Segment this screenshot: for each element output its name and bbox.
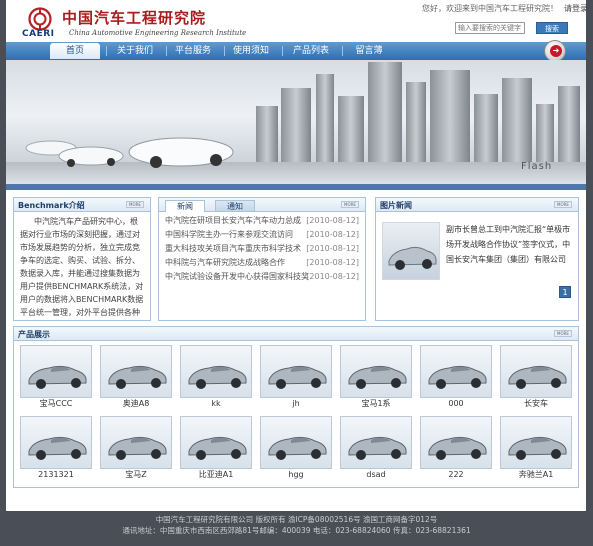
product-name[interactable]: 000 [420,398,492,410]
search-button[interactable]: 搜索 [536,22,568,34]
product-name[interactable]: 宝马1系 [340,398,412,410]
welcome-bar: 您好，欢迎来到中国汽车工程研究院！ 请登录 [422,3,588,14]
footer-copyright: 中国汽车工程研究院有限公司 版权所有 渝ICP备08002516号 渝国工商网备… [155,515,438,524]
product-image[interactable] [100,416,172,469]
banner-cars-image [25,137,234,168]
product-name[interactable]: 奥迪A8 [100,398,172,410]
product-name[interactable]: 比亚迪A1 [180,469,252,481]
product-name[interactable]: hgg [260,469,332,481]
product-image[interactable] [420,416,492,469]
product-name[interactable]: 宝马CCC [20,398,92,410]
nav-item-services[interactable]: 平台服务 [168,43,218,59]
product-item[interactable]: kk [180,345,252,410]
product-name[interactable]: jh [260,398,332,410]
news-more-link[interactable]: MORE [341,201,359,208]
product-image[interactable] [20,416,92,469]
product-image[interactable] [500,345,572,398]
header: CAERI 中国汽车工程研究院 China Automotive Enginee… [6,0,588,42]
product-image[interactable] [500,416,572,469]
login-link[interactable]: 请登录 [564,4,588,13]
product-image[interactable] [260,345,332,398]
picture-news-text[interactable]: 副市长曾总工到中汽院汇报“单极市场开发战略合作协议”签字仪式，中国长安汽车集团（… [446,222,576,267]
picture-news-page-button[interactable]: 1 [559,286,571,298]
product-image[interactable] [340,416,412,469]
product-image[interactable] [180,345,252,398]
product-item[interactable]: 宝马Z [100,416,172,481]
car-image-icon [388,246,437,270]
search-input[interactable] [455,22,525,34]
product-name[interactable]: dsad [340,469,412,481]
product-image[interactable] [420,345,492,398]
banner-divider [6,184,586,190]
nav-item-about[interactable]: 关于我们 [110,43,160,59]
product-image[interactable] [340,345,412,398]
product-image[interactable] [100,345,172,398]
nav-divider [282,46,283,56]
product-name[interactable]: 长安车 [500,398,572,410]
product-item[interactable]: 222 [420,416,492,481]
product-item[interactable]: 宝马1系 [340,345,412,410]
product-item[interactable]: 奔驰兰A1 [500,416,572,481]
news-item[interactable]: 中科院与汽车研究院达成战略合作 [2010-08-12] [165,256,359,270]
site-title-en: China Automotive Engineering Research In… [69,29,247,37]
nav-next-button[interactable]: ➜ [544,40,566,62]
product-item[interactable]: 000 [420,345,492,410]
product-item[interactable]: 比亚迪A1 [180,416,252,481]
news-item[interactable]: 重大科技攻关项目汽车重庆市科学技术 [2010-08-12] [165,242,359,256]
footer: 中国汽车工程研究院有限公司 版权所有 渝ICP备08002516号 渝国工商网备… [0,511,593,546]
product-image[interactable] [180,416,252,469]
nav-item-guestbook[interactable]: 留言薄 [344,43,394,59]
nav-divider [342,46,343,56]
benchmark-more-link[interactable]: MORE [126,201,144,208]
logo-abbr: CAERI [22,29,55,39]
product-item[interactable]: hgg [260,416,332,481]
product-image[interactable] [20,345,92,398]
product-name[interactable]: 222 [420,469,492,481]
product-image[interactable] [260,416,332,469]
product-name[interactable]: 奔驰兰A1 [500,469,572,481]
tab-notice[interactable]: 通知 [215,200,255,212]
product-item[interactable]: dsad [340,416,412,481]
product-item[interactable]: 长安车 [500,345,572,410]
nav-item-home[interactable]: 首页 [50,43,100,59]
nav-divider [166,46,167,56]
product-name[interactable]: 2131321 [20,469,92,481]
flash-label: Flash [521,161,553,172]
nav-item-products[interactable]: 产品列表 [286,43,336,59]
site-title-cn[interactable]: 中国汽车工程研究院 [62,7,206,28]
picture-news-title: 图片新闻 [380,201,412,210]
tab-news[interactable]: 新闻 [165,200,205,212]
arrow-right-icon: ➜ [550,45,562,57]
product-item[interactable]: 2131321 [20,416,92,481]
product-name[interactable]: 宝马Z [100,469,172,481]
nav-divider [224,46,225,56]
picture-news-image[interactable] [382,222,440,280]
product-item[interactable]: 奥迪A8 [100,345,172,410]
products-panel: 产品展示 MORE 宝马CCC 奥迪A8 kk jh 宝马1系 000 长安车 2131321… [13,326,579,488]
news-panel: 新闻 通知 MORE 中汽院在研项目长安汽车汽车动力总成 [2010-08-12]… [158,197,366,321]
picture-news-panel: 图片新闻 MORE 副市长曾总工到中汽院汇报“单极市场开发战略合作协议”签字仪式… [375,197,579,321]
benchmark-panel: Benchmark介绍 MORE 中汽院汽车产品研究中心，根据对行业市场的深刻把… [13,197,151,321]
main-nav: 首页 关于我们 平台服务 使用须知 产品列表 留言薄 [6,42,586,60]
footer-address: 通讯地址：中国重庆市西南区西郊路81号邮编：400039 电话：023-6882… [122,526,471,535]
nav-item-notice[interactable]: 使用须知 [226,43,276,59]
page: CAERI 中国汽车工程研究院 China Automotive Enginee… [6,0,588,511]
products-title: 产品展示 [18,330,50,339]
news-item[interactable]: 中汽院在研项目长安汽车汽车动力总成 [2010-08-12] [165,214,359,228]
picture-news-more-link[interactable]: MORE [554,201,572,208]
product-item[interactable]: 宝马CCC [20,345,92,410]
nav-divider [106,46,107,56]
news-item[interactable]: 中汽院试验设备开发中心获得国家科技奖 [2010-08-12] [165,270,359,284]
benchmark-title: Benchmark介绍 [18,201,85,210]
news-list: 中汽院在研项目长安汽车汽车动力总成 [2010-08-12] 中国科学院主办一行来… [159,212,365,286]
welcome-text: 您好，欢迎来到中国汽车工程研究院！ [422,4,558,13]
product-item[interactable]: jh [260,345,332,410]
product-name[interactable]: kk [180,398,252,410]
caeri-emblem-icon [28,7,52,31]
news-item[interactable]: 中国科学院主办一行来参观交流访问 [2010-08-12] [165,228,359,242]
benchmark-text: 中汽院汽车产品研究中心，根据对行业市场的深刻把握，通过对市场发展趋势的分析，独立… [20,217,144,317]
products-more-link[interactable]: MORE [554,330,572,337]
banner-flash: Flash [6,60,586,184]
